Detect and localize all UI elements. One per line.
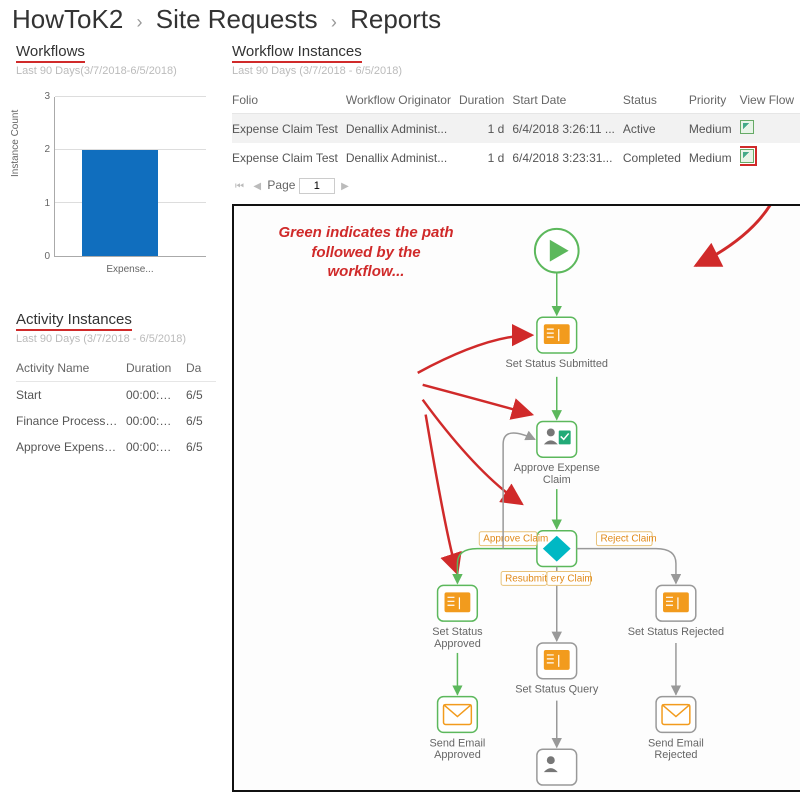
- view-flow-icon[interactable]: [740, 149, 754, 163]
- prev-page-icon[interactable]: ◀: [250, 181, 264, 192]
- svg-text:Rejected: Rejected: [654, 749, 697, 761]
- breadcrumb-item[interactable]: Site Requests: [156, 4, 318, 34]
- node-set-status-rejected[interactable]: Set Status Rejected: [628, 585, 724, 638]
- svg-text:Claim: Claim: [543, 474, 571, 486]
- col-start-date[interactable]: Start Date: [512, 87, 623, 114]
- svg-text:Set Status Submitted: Set Status Submitted: [506, 358, 608, 370]
- node-set-status-query[interactable]: Set Status Query: [515, 643, 599, 696]
- node-send-email-rejected[interactable]: Send Email Rejected: [648, 697, 704, 762]
- pager-label: Page: [267, 178, 295, 192]
- view-flow-icon[interactable]: [740, 120, 754, 134]
- svg-text:Reject Claim: Reject Claim: [600, 534, 656, 545]
- col-originator[interactable]: Workflow Originator: [346, 87, 459, 114]
- x-tick-label: Expense...: [54, 264, 206, 275]
- svg-text:Send Email: Send Email: [648, 737, 704, 749]
- svg-text:Set Status Query: Set Status Query: [515, 684, 599, 696]
- col-duration[interactable]: Duration: [126, 355, 186, 382]
- workflow-diagram[interactable]: Set Status Submitted Approve Expense Cla…: [232, 204, 800, 792]
- table-row[interactable]: Start 00:00:00:00 6/5: [16, 382, 216, 409]
- svg-text:Send Email: Send Email: [430, 737, 486, 749]
- col-date[interactable]: Da: [186, 355, 216, 382]
- workflow-instances-subcaption: Last 90 Days (3/7/2018 - 6/5/2018): [232, 65, 800, 77]
- workflows-bar-chart: Instance Count 0 1 2 3 Expense...: [16, 87, 216, 287]
- annotation-text: Green indicates the path followed by the…: [276, 223, 456, 282]
- node-start[interactable]: [535, 229, 579, 273]
- pager: ⏮ ◀ Page ▶: [232, 178, 800, 194]
- col-folio[interactable]: Folio: [232, 87, 346, 114]
- y-tick: 2: [30, 144, 50, 155]
- activity-instances-table: Activity Name Duration Da Start 00:00:00…: [16, 355, 216, 460]
- table-row[interactable]: Finance Processi... 00:00:00:06 6/5: [16, 408, 216, 434]
- node-approve-expense-claim[interactable]: Approve Expense Claim: [514, 422, 600, 487]
- table-row[interactable]: Expense Claim Test Denallix Administ... …: [232, 114, 800, 144]
- svg-text:ery Claim: ery Claim: [551, 573, 593, 584]
- col-duration[interactable]: Duration: [459, 87, 512, 114]
- svg-text:Set Status Rejected: Set Status Rejected: [628, 626, 724, 638]
- table-row[interactable]: Expense Claim Test Denallix Administ... …: [232, 143, 800, 172]
- workflows-subcaption: Last 90 Days(3/7/2018-6/5/2018): [16, 65, 216, 77]
- workflow-instances-heading: Workflow Instances: [232, 43, 362, 63]
- breadcrumb-item[interactable]: HowToK2: [12, 4, 123, 34]
- y-tick: 0: [30, 251, 50, 262]
- activity-instances-subcaption: Last 90 Days (3/7/2018 - 6/5/2018): [16, 333, 216, 345]
- workflows-heading: Workflows: [16, 43, 85, 63]
- col-priority[interactable]: Priority: [689, 87, 740, 114]
- breadcrumb-item[interactable]: Reports: [350, 4, 441, 34]
- node-send-email-approved[interactable]: Send Email Approved: [430, 697, 486, 762]
- col-view-flow[interactable]: View Flow: [740, 87, 800, 114]
- page-input[interactable]: [299, 178, 335, 194]
- node-set-status-approved[interactable]: Set Status Approved: [432, 585, 483, 650]
- svg-text:Approved: Approved: [434, 749, 481, 761]
- svg-text:Resubmit: Resubmit: [505, 573, 547, 584]
- table-row[interactable]: Approve Expense ... 00:00:00:01 6/5: [16, 434, 216, 460]
- col-activity-name[interactable]: Activity Name: [16, 355, 126, 382]
- next-page-icon[interactable]: ▶: [338, 181, 352, 192]
- svg-text:Set Status: Set Status: [432, 626, 483, 638]
- bar-expense[interactable]: [82, 150, 158, 256]
- activity-instances-heading: Activity Instances: [16, 311, 132, 331]
- first-page-icon[interactable]: ⏮: [232, 181, 247, 192]
- chevron-right-icon: ›: [325, 12, 343, 32]
- node-bottom-task[interactable]: [537, 749, 577, 785]
- chevron-right-icon: ›: [131, 12, 149, 32]
- y-tick: 1: [30, 198, 50, 209]
- workflow-instances-table: Folio Workflow Originator Duration Start…: [232, 87, 800, 172]
- svg-text:Approve Claim: Approve Claim: [483, 534, 548, 545]
- svg-text:Approve Expense: Approve Expense: [514, 462, 600, 474]
- y-tick: 3: [30, 91, 50, 102]
- col-status[interactable]: Status: [623, 87, 689, 114]
- breadcrumb: HowToK2 › Site Requests › Reports: [0, 0, 800, 43]
- y-axis-label: Instance Count: [10, 110, 21, 177]
- svg-text:Approved: Approved: [434, 638, 481, 650]
- node-set-status-submitted[interactable]: Set Status Submitted: [506, 317, 608, 370]
